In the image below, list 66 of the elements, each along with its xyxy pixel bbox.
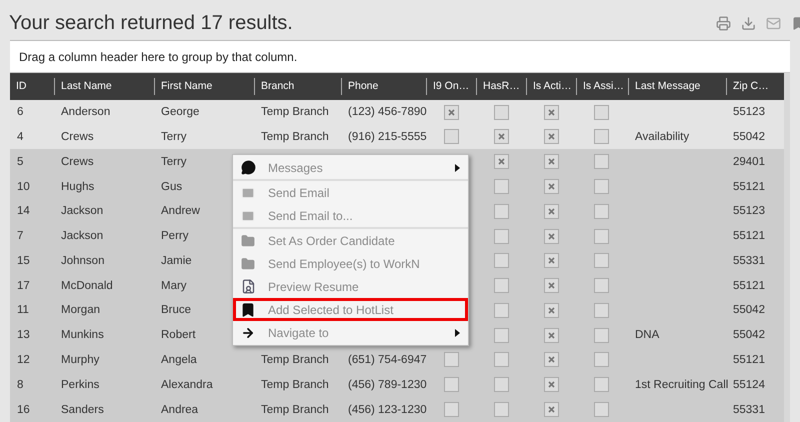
table-cell: Gus [161, 180, 182, 192]
table-cell: 12 [17, 354, 30, 366]
table-cell: 7 [17, 230, 24, 242]
table-cell: 55123 [733, 205, 765, 218]
table-cell: Crews [61, 130, 94, 143]
table-cell: Temp Branch [261, 106, 329, 118]
table-cell: 55124 [733, 378, 765, 391]
table-cell: 10 [17, 180, 30, 192]
table-cell: 55121 [733, 280, 765, 292]
table-cell: Andrew [161, 205, 200, 218]
table-cell: (916) 215-5555 [348, 130, 427, 143]
table-cell: 55121 [733, 354, 765, 366]
table-cell: 15 [17, 254, 30, 267]
table-cell: 55121 [733, 180, 765, 192]
table-cell: (456) 789-1230 [348, 378, 427, 391]
table-cell: 16 [17, 404, 30, 416]
table-cell: Terry [161, 130, 187, 143]
table-cell: Availability [635, 130, 690, 143]
table-cell: 29401 [733, 156, 765, 168]
table-cell: Hughs [61, 180, 94, 192]
table-cell: Perry [161, 230, 188, 242]
table-cell: 55331 [733, 404, 765, 416]
table-cell: Morgan [61, 304, 100, 316]
table-cell: Jackson [61, 205, 104, 218]
table-cell: Jamie [161, 254, 192, 267]
table-cell: 55042 [733, 329, 765, 342]
table-cell: Johnson [61, 254, 104, 267]
table-cell: (456) 123-1230 [348, 404, 427, 416]
table-cell: 55121 [733, 230, 765, 242]
table-cell: 6 [17, 106, 24, 118]
table-cell: Crews [61, 156, 94, 168]
table-cell: Mary [161, 280, 187, 292]
table-cell: McDonald [61, 280, 113, 292]
table-cell: 8 [17, 378, 24, 391]
table-cell: Andrea [161, 404, 198, 416]
table-cell: Terry [161, 156, 187, 168]
table-cell: 55042 [733, 304, 765, 316]
table-cell: Alexandra [161, 378, 213, 391]
table-cell: Temp Branch [261, 404, 329, 416]
table-cell: Murphy [61, 354, 100, 366]
table-cell: 11 [17, 304, 29, 316]
table-cell: Perkins [61, 378, 100, 391]
table-cell: Angela [161, 354, 197, 366]
table-cell: Temp Branch [261, 354, 329, 366]
table-cell: (651) 754-6947 [348, 354, 427, 366]
table-cell: Robert [161, 329, 196, 342]
table-cell: 55331 [733, 254, 765, 267]
table-cell: Bruce [161, 304, 192, 316]
table-cell: 14 [17, 205, 30, 218]
table-cell: George [161, 106, 200, 118]
results-title: Your search returned 17 results. [9, 12, 293, 34]
table-cell: Jackson [61, 230, 104, 242]
table-cell: 5 [17, 156, 24, 168]
table-cell: 55123 [733, 106, 765, 118]
table-cell: Temp Branch [261, 378, 329, 391]
table-cell: 55042 [733, 130, 765, 143]
table-cell: 4 [17, 130, 24, 143]
table-cell: DNA [635, 329, 660, 342]
table-cell: (123) 456-7890 [348, 106, 427, 118]
table-cell: 13 [17, 329, 30, 342]
table-cell: Temp Branch [261, 130, 329, 143]
table-cell: 1st Recruiting Call [635, 378, 728, 391]
table-cell: Anderson [61, 106, 110, 118]
table-cell: Munkins [61, 329, 104, 342]
table-cell: 17 [17, 280, 30, 292]
table-cell: Sanders [61, 404, 104, 416]
